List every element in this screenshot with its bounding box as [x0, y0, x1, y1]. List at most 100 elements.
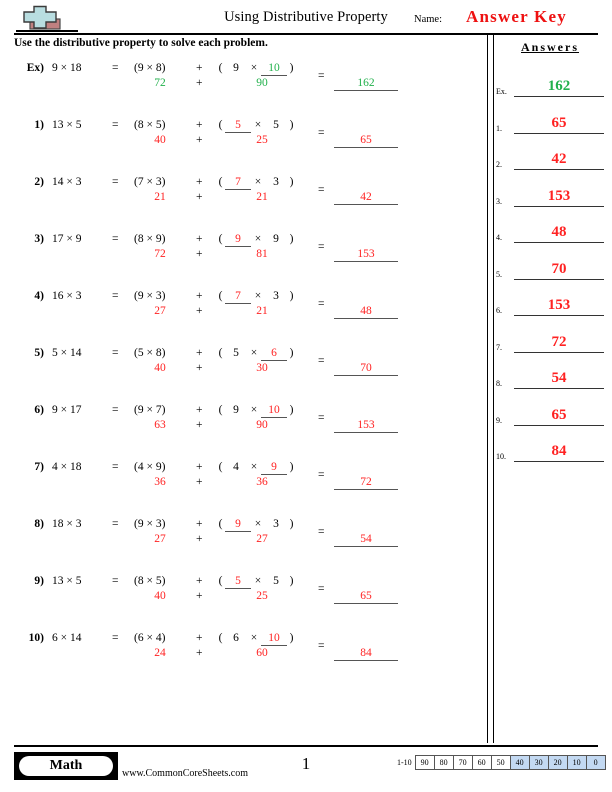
left-factor-slot[interactable]: 5 [225, 575, 251, 589]
answer-row-value[interactable]: 153 [514, 188, 604, 205]
plus-sign: + [196, 233, 203, 245]
open-paren: ( [218, 233, 223, 245]
first-product-group: (8 × 5) [134, 119, 166, 131]
problem-number: 6) [34, 404, 44, 416]
right-factor-slot[interactable]: 10 [261, 404, 287, 418]
second-partial-product: 21 [256, 191, 268, 203]
plus-sign: + [196, 290, 203, 302]
equals-sign: = [112, 632, 119, 644]
left-factor-slot[interactable]: 9 [225, 233, 251, 247]
problem-row: 6) 9 × 17 = (9 × 7) + (9 × 10) 63 +90 = 153 [0, 398, 487, 455]
multiply-sign: × [254, 119, 262, 131]
problem-expression: 13 × 5 [52, 119, 82, 131]
problem-expression: 16 × 3 [52, 290, 82, 302]
grading-scale-box: 80 [433, 755, 454, 770]
final-answer-slot[interactable]: 70 [334, 362, 398, 376]
second-partial-product: 25 [256, 590, 268, 602]
final-answer-slot[interactable]: 162 [334, 77, 398, 91]
problem-row: Ex) 9 × 18 = (9 × 8) + (9 × 10) 72 +90 = 162 [0, 56, 487, 113]
answer-row-value[interactable]: 70 [514, 261, 604, 278]
answer-row-value[interactable]: 42 [514, 151, 604, 168]
final-answer-slot[interactable]: 84 [334, 647, 398, 661]
right-factor-slot[interactable]: 6 [261, 347, 287, 361]
problem-number: 2) [34, 176, 44, 188]
final-equals-sign: = [318, 355, 325, 367]
final-answer-slot[interactable]: 72 [334, 476, 398, 490]
right-factor-slot[interactable]: 10 [261, 62, 287, 76]
grading-scale-box: 60 [471, 755, 492, 770]
problem-row: 2) 14 × 3 = (7 × 3) + (7 × 3) 21 +21 = 42 [0, 170, 487, 227]
plus-sign: + [196, 62, 203, 74]
final-answer-slot[interactable]: 65 [334, 134, 398, 148]
final-answer-slot[interactable]: 48 [334, 305, 398, 319]
first-product-group: (8 × 9) [134, 233, 166, 245]
final-answer-slot[interactable]: 42 [334, 191, 398, 205]
first-product-group: (9 × 3) [134, 518, 166, 530]
grading-scale-boxes: 90 80 70 60 50 40 30 20 10 0 [414, 755, 606, 770]
answer-row-label: 10. [496, 452, 506, 461]
problem-expression: 6 × 14 [52, 632, 82, 644]
equals-sign: = [112, 176, 119, 188]
multiply-sign: × [250, 62, 258, 74]
close-paren: ) [289, 347, 294, 359]
first-partial-product: 40 [154, 590, 166, 602]
answer-row-label: 3. [496, 196, 502, 206]
multiply-sign: × [254, 575, 262, 587]
final-equals-sign: = [318, 127, 325, 139]
final-answer-slot[interactable]: 54 [334, 533, 398, 547]
equals-sign: = [112, 461, 119, 473]
answer-row: 2. 42 [496, 134, 608, 170]
first-product-group: (9 × 7) [134, 404, 166, 416]
right-factor-slot: 3 [273, 176, 279, 188]
plus-sign: + [196, 461, 203, 473]
close-paren: ) [289, 176, 294, 188]
answer-row-value[interactable]: 84 [514, 443, 604, 460]
grading-scale-label: 1-10 [397, 758, 412, 767]
answer-row-value[interactable]: 54 [514, 370, 604, 387]
answer-row: 5. 70 [496, 244, 608, 280]
left-factor-slot[interactable]: 5 [225, 119, 251, 133]
second-partial-product: 21 [256, 305, 268, 317]
answer-row-label: 7. [496, 342, 502, 352]
final-answer-slot[interactable]: 153 [334, 419, 398, 433]
second-plus-sign: + [196, 305, 203, 317]
final-answer-slot[interactable]: 153 [334, 248, 398, 262]
close-paren: ) [289, 290, 294, 302]
right-factor-slot[interactable]: 10 [261, 632, 287, 646]
left-factor-slot[interactable]: 9 [225, 518, 251, 532]
name-label: Name: [414, 14, 442, 25]
problem-expression: 9 × 17 [52, 404, 82, 416]
first-partial-product: 27 [154, 533, 166, 545]
plus-sign: + [196, 518, 203, 530]
answer-row-value[interactable]: 162 [514, 78, 604, 95]
right-factor-slot[interactable]: 9 [261, 461, 287, 475]
answer-row-value[interactable]: 65 [514, 115, 604, 132]
answers-title: Answers [521, 40, 579, 54]
grading-scale-box: 10 [566, 755, 587, 770]
problem-expression: 4 × 18 [52, 461, 82, 473]
header-divider [14, 33, 598, 35]
answer-row-label: 8. [496, 379, 502, 388]
final-equals-sign: = [318, 640, 325, 652]
answer-row-value[interactable]: 65 [514, 407, 604, 424]
answer-row-label: 6. [496, 306, 502, 315]
close-paren: ) [289, 461, 294, 473]
answer-row-value[interactable]: 48 [514, 224, 604, 241]
answer-row-value[interactable]: 153 [514, 297, 604, 314]
left-factor-slot[interactable]: 7 [225, 290, 251, 304]
second-plus-sign: + [196, 134, 203, 146]
final-answer-slot[interactable]: 65 [334, 590, 398, 604]
problem-row: 10) 6 × 14 = (6 × 4) +(6 × 10) 24 +60 = 84 [0, 626, 487, 683]
multiply-sign: × [254, 176, 262, 188]
plus-sign: + [196, 404, 203, 416]
left-factor-slot: 4 [233, 461, 239, 473]
second-product-group: (4 × 9) [216, 461, 296, 475]
open-paren: ( [218, 347, 223, 359]
final-equals-sign: = [318, 184, 325, 196]
problem-expression: 13 × 5 [52, 575, 82, 587]
answer-row-value[interactable]: 72 [514, 334, 604, 351]
second-product-group: (9 × 3) [216, 518, 296, 532]
left-factor-slot[interactable]: 7 [225, 176, 251, 190]
answer-row: 10. 84 [496, 426, 608, 462]
problem-number: 3) [34, 233, 44, 245]
